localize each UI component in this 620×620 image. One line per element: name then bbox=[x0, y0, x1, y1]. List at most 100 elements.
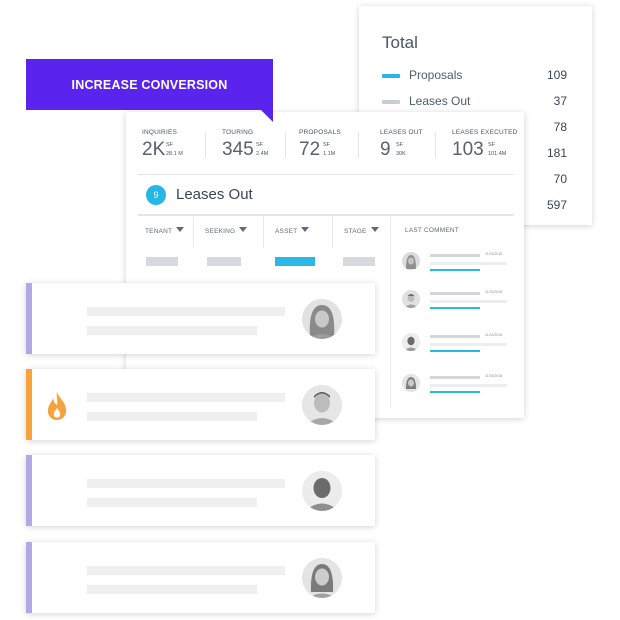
total-row-value: 78 bbox=[553, 120, 567, 134]
lead-card-hot[interactable] bbox=[26, 369, 375, 440]
avatar-male bbox=[302, 385, 342, 425]
stat-unit-label: SF bbox=[396, 142, 404, 148]
stat-divider bbox=[285, 132, 286, 158]
stat-unit: SF 28.1 M bbox=[166, 141, 183, 159]
comment-line bbox=[430, 300, 507, 303]
sort-down-icon bbox=[370, 227, 379, 232]
lead-line bbox=[87, 393, 285, 402]
total-row-value: 37 bbox=[553, 94, 567, 108]
total-row-value: 181 bbox=[546, 146, 567, 160]
avatar-female-2 bbox=[302, 558, 342, 598]
total-row-label: Proposals bbox=[409, 68, 463, 82]
sort-down-icon bbox=[176, 227, 185, 232]
comment-highlight bbox=[430, 391, 480, 393]
stat-proposals[interactable]: PROPOSALS 72 SF 1.1M bbox=[299, 129, 341, 160]
stat-unit-label: SF bbox=[323, 142, 331, 148]
stat-leases-out[interactable]: LEASES OUT 9 SF 30K bbox=[380, 129, 423, 160]
comment-line bbox=[430, 254, 480, 257]
comment-line bbox=[430, 262, 507, 265]
total-title: Total bbox=[382, 33, 418, 52]
stat-unit-label: SF bbox=[256, 142, 264, 148]
lead-card[interactable] bbox=[26, 455, 375, 526]
leases-out-legend-swatch bbox=[382, 100, 400, 104]
stat-label: LEASES OUT bbox=[380, 129, 423, 136]
comment-row[interactable]: 11/03/2018 bbox=[402, 288, 512, 318]
lead-line bbox=[87, 307, 285, 316]
stat-label: PROPOSALS bbox=[299, 129, 341, 136]
comment-date: 11/03/2018 bbox=[485, 252, 503, 256]
comment-highlight bbox=[430, 307, 480, 309]
stat-unit: SF 1.1M bbox=[323, 141, 335, 159]
column-label: STAGE bbox=[344, 228, 367, 235]
total-row-leases-out[interactable]: Leases Out 37 bbox=[382, 94, 567, 110]
stat-value: 9 bbox=[380, 139, 391, 160]
stat-value: 345 bbox=[222, 139, 254, 160]
stat-touring[interactable]: TOURING 345 SF 2.4M bbox=[222, 129, 268, 160]
total-row-value: 70 bbox=[553, 172, 567, 186]
column-header-seeking[interactable]: SEEKING bbox=[205, 227, 248, 235]
lead-card[interactable] bbox=[26, 283, 375, 354]
column-header-asset[interactable]: ASSET bbox=[275, 227, 310, 235]
seeking-cell-placeholder bbox=[207, 257, 241, 266]
column-divider bbox=[332, 216, 333, 248]
stat-unit-value: 101.4M bbox=[488, 151, 507, 157]
stat-unit-value: 1.1M bbox=[323, 151, 336, 157]
stat-unit-value: 30K bbox=[396, 151, 406, 157]
comment-line bbox=[430, 343, 507, 346]
stat-unit-label: SF bbox=[488, 142, 496, 148]
stat-unit: SF 2.4M bbox=[256, 141, 268, 159]
stat-leases-executed[interactable]: LEASES EXECUTED 103 SF 101.4M bbox=[452, 129, 518, 160]
comment-date: 11/03/2018 bbox=[485, 374, 503, 378]
column-label: LAST COMMENT bbox=[405, 227, 459, 234]
leases-out-count-badge: 9 bbox=[146, 185, 166, 205]
comment-highlight bbox=[430, 350, 480, 352]
total-row-label: Leases Out bbox=[409, 94, 471, 108]
lead-accent-bar bbox=[26, 369, 32, 440]
stat-inquiries[interactable]: INQUIRIES 2K SF 28.1 M bbox=[142, 129, 183, 160]
stat-divider bbox=[205, 132, 206, 158]
avatar-female bbox=[402, 252, 420, 270]
column-header-stage[interactable]: STAGE bbox=[344, 227, 379, 235]
column-header-tenant[interactable]: TENANT bbox=[145, 227, 185, 235]
stat-unit-value: 2.4M bbox=[256, 151, 269, 157]
total-row-value: 597 bbox=[546, 198, 567, 212]
lead-accent-bar bbox=[26, 455, 32, 526]
stat-unit: SF 101.4M bbox=[488, 141, 506, 159]
comment-line bbox=[430, 335, 480, 338]
avatar-male-2 bbox=[402, 333, 420, 351]
stat-value: 103 bbox=[452, 139, 484, 160]
stat-divider bbox=[358, 132, 359, 158]
stat-value: 2K bbox=[142, 139, 166, 160]
comment-line bbox=[430, 376, 480, 379]
column-label: TENANT bbox=[145, 228, 173, 235]
lead-line bbox=[87, 566, 285, 575]
lead-accent-bar bbox=[26, 283, 32, 354]
tenant-cell-placeholder bbox=[146, 257, 178, 266]
stat-divider bbox=[435, 132, 436, 158]
total-row-proposals[interactable]: Proposals 109 bbox=[382, 68, 567, 84]
column-label: SEEKING bbox=[205, 228, 236, 235]
lead-accent-bar bbox=[26, 542, 32, 613]
increase-conversion-banner: INCREASE CONVERSION bbox=[26, 59, 273, 110]
comment-row[interactable]: 11/03/2018 bbox=[402, 372, 512, 402]
lead-card[interactable] bbox=[26, 542, 375, 613]
avatar-female-2 bbox=[402, 374, 420, 392]
flame-icon bbox=[46, 391, 68, 421]
stat-unit: SF 30K bbox=[396, 141, 406, 159]
comment-date: 11/03/2018 bbox=[485, 333, 503, 337]
comment-highlight bbox=[430, 269, 480, 271]
banner-pointer bbox=[261, 110, 273, 122]
lead-line bbox=[87, 479, 285, 488]
avatar-female bbox=[302, 299, 342, 339]
stat-label: INQUIRIES bbox=[142, 129, 178, 136]
lead-line bbox=[87, 585, 257, 594]
column-divider bbox=[263, 216, 264, 248]
stat-value: 72 bbox=[299, 139, 321, 160]
column-header-last-comment: LAST COMMENT bbox=[405, 227, 459, 234]
comment-row[interactable]: 11/03/2018 bbox=[402, 331, 512, 361]
stats-divider bbox=[138, 174, 514, 175]
comment-row[interactable]: 11/03/2018 bbox=[402, 250, 512, 280]
comment-line bbox=[430, 384, 507, 387]
stat-unit-value: 28.1 M bbox=[166, 151, 183, 157]
comment-line bbox=[430, 292, 480, 295]
